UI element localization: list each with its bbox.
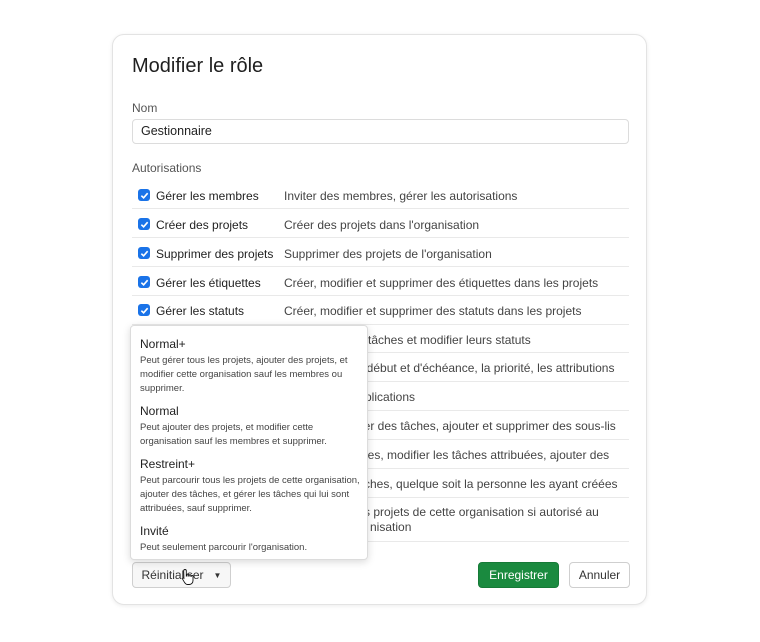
permission-row[interactable]: Supprimer des projets Supprimer des proj… [132, 238, 629, 267]
permission-row[interactable]: Créer des projets Créer des projets dans… [132, 209, 629, 238]
check-icon [140, 250, 148, 257]
checkbox-checked[interactable] [138, 276, 150, 288]
permission-name: Gérer les membres [156, 189, 259, 203]
permission-description: plications [365, 390, 416, 404]
permission-row[interactable]: Gérer les étiquettes Créer, modifier et … [132, 267, 629, 296]
checkbox-checked[interactable] [138, 247, 150, 259]
option-title: Normal+ [140, 337, 186, 351]
hand-pointer-cursor-icon [182, 569, 194, 585]
permission-row[interactable]: Gérer les statuts Créer, modifier et sup… [132, 296, 629, 325]
check-icon [140, 192, 148, 199]
permission-description: Créer, modifier et supprimer des statuts… [284, 304, 582, 318]
check-icon [140, 279, 148, 286]
cancel-button[interactable]: Annuler [569, 562, 630, 588]
permission-description: Supprimer des projets de l'organisation [284, 247, 492, 261]
name-input[interactable]: Gestionnaire [132, 119, 629, 144]
name-label: Nom [132, 101, 158, 115]
permission-name: Supprimer des projets [156, 247, 274, 261]
dropdown-option-guest[interactable]: Invité Peut seulement parcourir l'organi… [140, 524, 362, 555]
checkbox-checked[interactable] [138, 304, 150, 316]
permission-row[interactable]: Gérer les membres Inviter des membres, g… [132, 180, 629, 209]
option-description: Peut seulement parcourir l'organisation. [140, 542, 308, 553]
permission-name: Gérer les statuts [156, 304, 245, 318]
permission-description: nisation [370, 520, 412, 534]
reset-role-dropdown-menu: Normal+ Peut gérer tous les projets, ajo… [130, 325, 368, 560]
option-title: Normal [140, 404, 179, 418]
dropdown-option-normal-plus[interactable]: Normal+ Peut gérer tous les projets, ajo… [140, 337, 362, 396]
dropdown-option-restricted-plus[interactable]: Restreint+ Peut parcourir tous les proje… [140, 457, 362, 516]
permissions-label: Autorisations [132, 161, 202, 175]
permission-description: hes, modifier les tâches attribuées, ajo… [361, 448, 610, 462]
save-button[interactable]: Enregistrer [478, 562, 559, 588]
option-title: Invité [140, 524, 169, 538]
option-title: Restreint+ [140, 457, 196, 471]
permission-description: Créer des projets dans l'organisation [284, 218, 480, 232]
permission-description: Créer, modifier et supprimer des étiquet… [284, 276, 599, 290]
option-description: Peut gérer tous les projets, ajouter des… [140, 355, 348, 394]
caret-down-icon: ▼ [213, 570, 222, 580]
option-description: Peut ajouter des projets, et modifier ce… [140, 422, 327, 447]
checkbox-checked[interactable] [138, 218, 150, 230]
permission-description: de début et d'échéance, la priorité, les… [350, 361, 615, 375]
permission-description: tâches et modifier leurs statuts [368, 333, 531, 347]
permission-description: ier des tâches, ajouter et supprimer des… [361, 419, 616, 433]
permission-name: Gérer les étiquettes [156, 276, 261, 290]
permission-name: Créer des projets [156, 218, 249, 232]
option-description: Peut parcourir tous les projets de cette… [140, 475, 360, 514]
permission-description: ches, quelque soit la personne les ayant… [364, 477, 618, 491]
dialog-title: Modifier le rôle [132, 55, 264, 77]
check-icon [140, 221, 148, 228]
check-icon [140, 307, 148, 314]
checkbox-checked[interactable] [138, 189, 150, 201]
permission-description: Inviter des membres, gérer les autorisat… [284, 189, 518, 203]
permission-description: s projets de cette organisation si autor… [364, 505, 599, 519]
dropdown-option-normal[interactable]: Normal Peut ajouter des projets, et modi… [140, 404, 362, 449]
